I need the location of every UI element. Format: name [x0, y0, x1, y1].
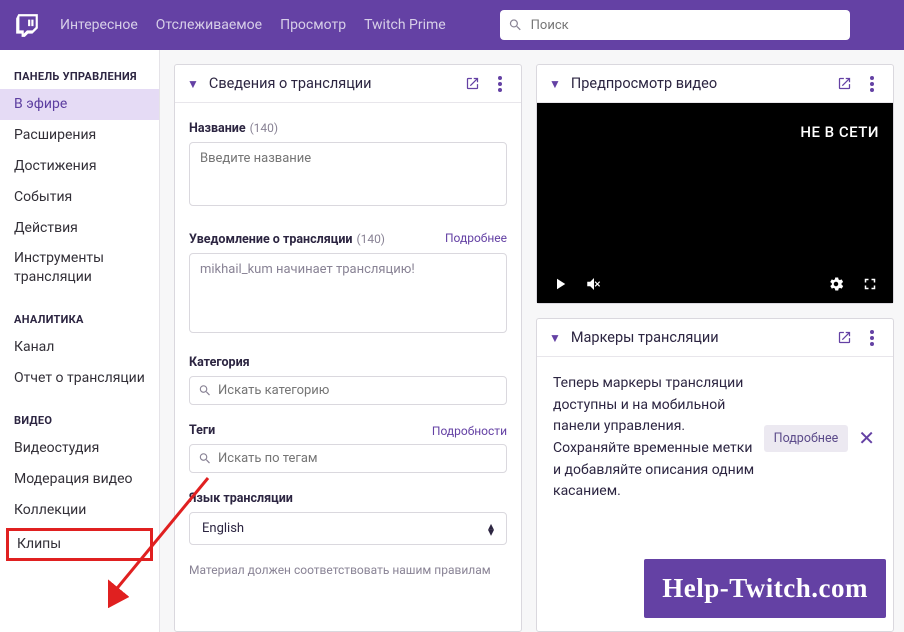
sidebar-item-live[interactable]: В эфире	[0, 89, 159, 120]
notify-more-link[interactable]: Подробнее	[445, 231, 507, 245]
sidebar-item-stream-tools[interactable]: Инструменты трансляции	[0, 243, 159, 293]
sidebar-item-actions[interactable]: Действия	[0, 213, 159, 244]
top-nav: Интересное Отслеживаемое Просмотр Twitch…	[60, 17, 446, 33]
offline-label: НЕ В СЕТИ	[800, 123, 879, 141]
popout-icon[interactable]	[835, 330, 853, 345]
category-input[interactable]	[218, 383, 498, 398]
search-box[interactable]	[500, 10, 850, 40]
watermark: Help-Twitch.com	[644, 559, 886, 618]
markers-more-button[interactable]: Подробнее	[764, 425, 849, 452]
notify-label: Уведомление о трансляции	[189, 232, 353, 247]
settings-icon[interactable]	[827, 275, 845, 293]
tags-search[interactable]	[189, 444, 507, 473]
section-title-dashboard: ПАНЕЛЬ УПРАВЛЕНИЯ	[0, 64, 159, 89]
popout-icon[interactable]	[463, 76, 481, 91]
sidebar: ПАНЕЛЬ УПРАВЛЕНИЯ В эфире Расширения Дос…	[0, 50, 160, 632]
notify-input[interactable]	[189, 253, 507, 333]
search-container	[500, 10, 850, 40]
sidebar-item-stream-report[interactable]: Отчет о трансляции	[0, 363, 159, 394]
section-title-analytics: АНАЛИТИКА	[0, 307, 159, 332]
nav-following[interactable]: Отслеживаемое	[156, 17, 262, 33]
tags-more-link[interactable]: Подробности	[432, 424, 507, 438]
search-icon	[508, 17, 523, 33]
language-select[interactable]: English ▴▾	[189, 512, 507, 545]
sidebar-item-clips[interactable]: Клипы	[6, 528, 153, 561]
panel-title: Маркеры трансляции	[571, 329, 825, 346]
section-title-video: ВИДЕО	[0, 408, 159, 433]
more-icon[interactable]	[863, 76, 881, 92]
panel-title: Сведения о трансляции	[209, 75, 453, 92]
collapse-icon[interactable]: ▼	[549, 77, 561, 91]
video-preview: НЕ В СЕТИ	[537, 103, 893, 303]
sidebar-item-channel[interactable]: Канал	[0, 332, 159, 363]
tags-label: Теги	[189, 423, 215, 438]
sidebar-item-video-studio[interactable]: Видеостудия	[0, 433, 159, 464]
fullscreen-icon[interactable]	[861, 275, 879, 293]
more-icon[interactable]	[863, 330, 881, 346]
language-label: Язык трансляции	[189, 491, 293, 506]
sidebar-item-extensions[interactable]: Расширения	[0, 120, 159, 151]
sidebar-item-video-moderation[interactable]: Модерация видео	[0, 464, 159, 495]
language-value: English	[202, 521, 244, 536]
nav-prime[interactable]: Twitch Prime	[364, 17, 446, 33]
collapse-icon[interactable]: ▼	[549, 331, 561, 345]
stream-info-panel: ▼ Сведения о трансляции Название (140)	[174, 64, 522, 632]
title-input[interactable]	[189, 142, 507, 206]
video-preview-panel: ▼ Предпросмотр видео НЕ В СЕТИ	[536, 64, 894, 304]
select-caret-icon: ▴▾	[488, 523, 494, 535]
twitch-logo[interactable]	[12, 10, 42, 40]
mute-icon[interactable]	[585, 275, 603, 293]
category-label: Категория	[189, 355, 250, 370]
search-icon	[198, 383, 212, 398]
markers-text: Теперь маркеры трансляции доступны и на …	[553, 373, 756, 503]
popout-icon[interactable]	[835, 76, 853, 91]
category-search[interactable]	[189, 376, 507, 405]
collapse-icon[interactable]: ▼	[187, 77, 199, 91]
nav-interesting[interactable]: Интересное	[60, 17, 138, 33]
topbar: Интересное Отслеживаемое Просмотр Twitch…	[0, 0, 904, 50]
close-icon[interactable]: ✕	[856, 426, 877, 450]
tags-input[interactable]	[218, 451, 498, 466]
title-hint: (140)	[250, 121, 279, 135]
panel-title: Предпросмотр видео	[571, 75, 825, 92]
sidebar-item-collections[interactable]: Коллекции	[0, 495, 159, 526]
play-icon[interactable]	[551, 275, 569, 293]
rules-note: Материал должен соответствовать нашим пр…	[189, 563, 507, 577]
search-input[interactable]	[531, 18, 842, 33]
more-icon[interactable]	[491, 76, 509, 92]
sidebar-item-events[interactable]: События	[0, 182, 159, 213]
search-icon	[198, 451, 212, 466]
title-label: Название	[189, 121, 246, 136]
sidebar-item-achievements[interactable]: Достижения	[0, 151, 159, 182]
notify-hint: (140)	[356, 232, 385, 246]
nav-browse[interactable]: Просмотр	[280, 17, 346, 33]
